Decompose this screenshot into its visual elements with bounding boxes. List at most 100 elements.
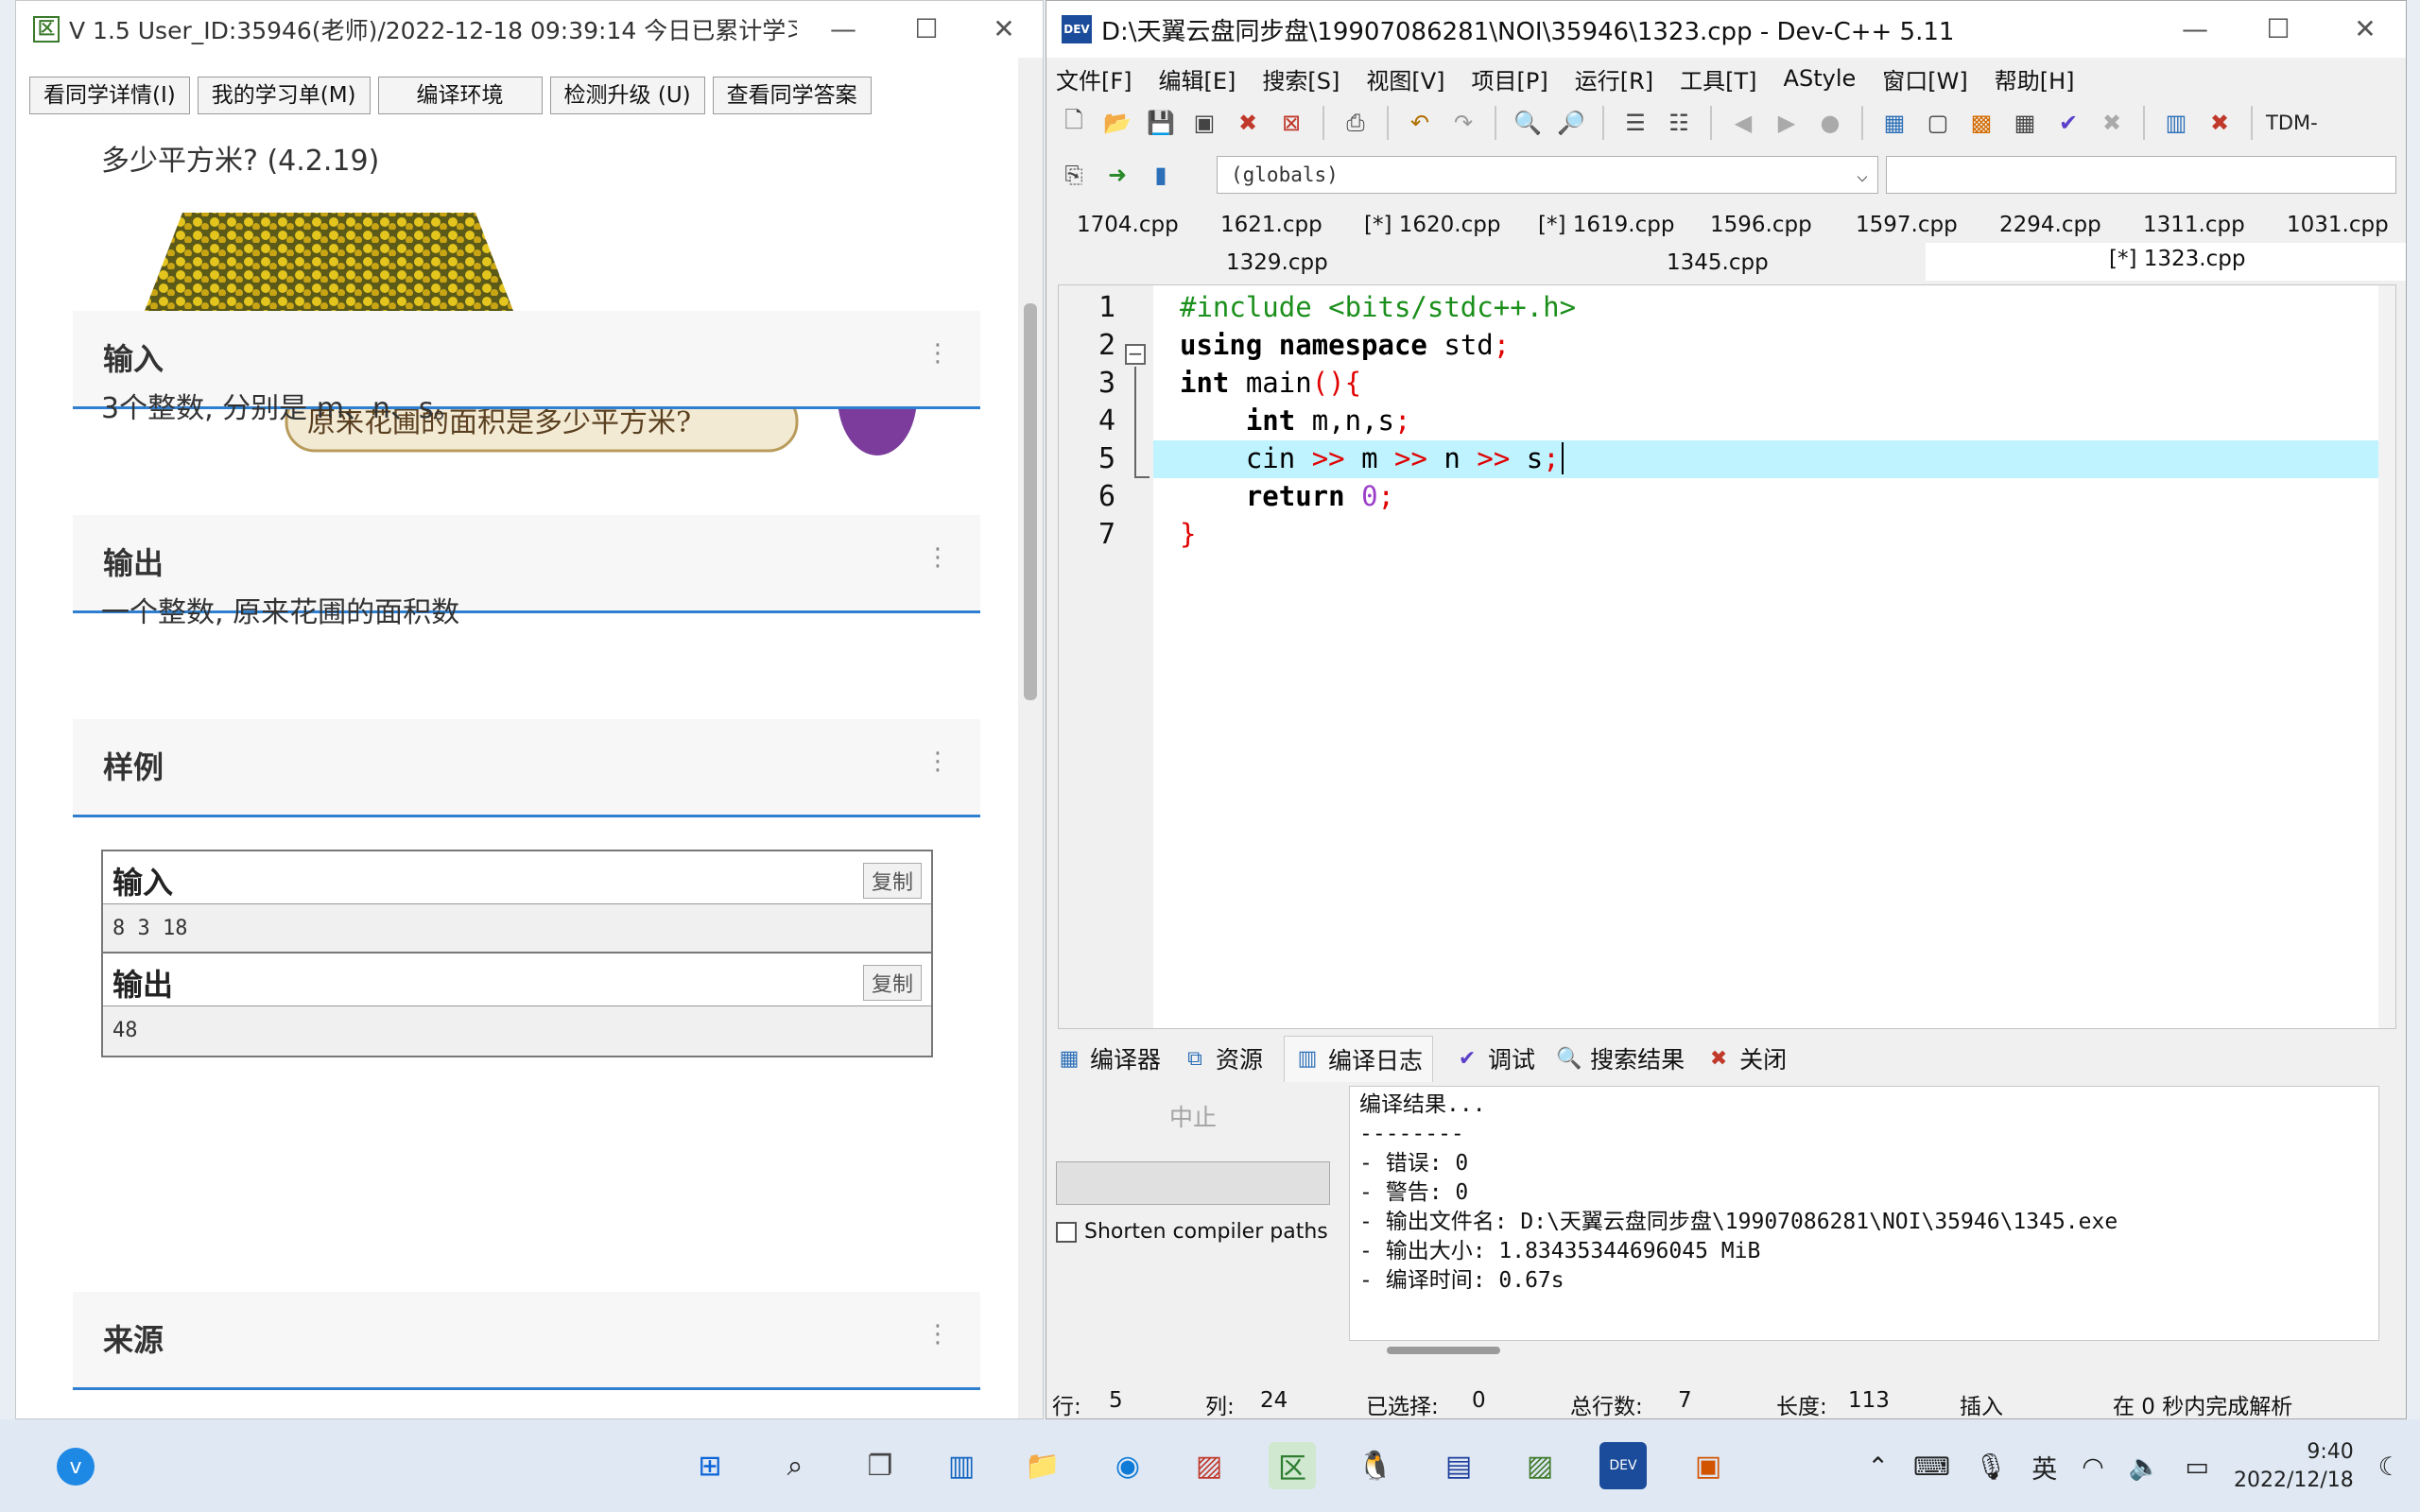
- menu-file[interactable]: 文件[F]: [1056, 62, 1132, 95]
- tab-file[interactable]: 1621.cpp: [1220, 213, 1322, 237]
- app-green-icon[interactable]: ▨: [1516, 1442, 1564, 1489]
- forward-icon[interactable]: ▶: [1769, 105, 1805, 141]
- tab-active-file[interactable]: [*] 1323.cpp: [2109, 247, 2245, 271]
- syntax-check-icon[interactable]: ✔: [2050, 105, 2086, 141]
- battery-icon[interactable]: ▭: [2185, 1452, 2209, 1482]
- print-icon[interactable]: ⎙: [1338, 105, 1374, 141]
- copy-input-button[interactable]: 复制: [862, 863, 922, 899]
- tab-debug[interactable]: ✔ 调试: [1454, 1041, 1535, 1075]
- goto-icon[interactable]: ➜: [1099, 157, 1135, 193]
- code-editor[interactable]: 1 2 3 4 5 6 7 − #include <bits/stdc++.h>…: [1058, 284, 2396, 1029]
- compiler-select[interactable]: TDM-: [2266, 112, 2318, 134]
- clock[interactable]: 9:40 2022/12/18: [2234, 1438, 2354, 1495]
- menu-project[interactable]: 项目[P]: [1472, 62, 1548, 95]
- run-icon[interactable]: ▢: [1920, 105, 1956, 141]
- redo-icon[interactable]: ↷: [1445, 105, 1481, 141]
- delete-profile-icon[interactable]: ✖: [2202, 105, 2238, 141]
- stop-icon[interactable]: ●: [1812, 105, 1848, 141]
- microphone-icon[interactable]: 🎙: [1975, 1452, 2007, 1482]
- check-upgrade-button[interactable]: 检测升级 (U): [549, 77, 705, 114]
- tab-file[interactable]: 1345.cpp: [1667, 250, 1769, 275]
- unindent-icon[interactable]: ☷: [1661, 105, 1697, 141]
- save-icon[interactable]: 💾: [1143, 105, 1179, 141]
- more-icon[interactable]: ⋮: [925, 339, 950, 368]
- keyboard-icon[interactable]: ⌨: [1913, 1452, 1950, 1482]
- copy-output-button[interactable]: 复制: [862, 965, 922, 1001]
- tab-search-results[interactable]: 🔍 搜索结果: [1556, 1041, 1685, 1075]
- classmate-answers-button[interactable]: 查看同学答案: [712, 77, 872, 114]
- more-icon[interactable]: ⋮: [925, 747, 950, 776]
- learning-app-taskbar-icon[interactable]: 区: [1269, 1442, 1316, 1489]
- close-button[interactable]: ✕: [2323, 1, 2406, 58]
- scope-dropdown[interactable]: (globals) ⌵: [1217, 156, 1878, 194]
- open-file-icon[interactable]: 📂: [1099, 105, 1135, 141]
- undo-icon[interactable]: ↶: [1402, 105, 1438, 141]
- edge-browser-icon[interactable]: ◉: [1104, 1442, 1151, 1489]
- devcpp-taskbar-icon[interactable]: DEV: [1599, 1442, 1647, 1489]
- checkbox-box[interactable]: [1056, 1221, 1077, 1243]
- profile-icon[interactable]: ▥: [2158, 105, 2194, 141]
- wifi-icon[interactable]: ◠: [2082, 1452, 2104, 1482]
- left-scrollbar[interactable]: [1018, 58, 1043, 1418]
- menu-astyle[interactable]: AStyle: [1784, 65, 1857, 92]
- more-icon[interactable]: ⋮: [925, 1320, 950, 1349]
- tab-compile-log[interactable]: ▥ 编译日志: [1284, 1035, 1434, 1082]
- widgets-icon[interactable]: ▥: [938, 1442, 985, 1489]
- ime-indicator[interactable]: 英: [2031, 1449, 2057, 1486]
- indent-icon[interactable]: ☰: [1617, 105, 1653, 141]
- app-red-icon[interactable]: ▨: [1185, 1442, 1233, 1489]
- new-file-icon[interactable]: 🗋: [1056, 105, 1092, 141]
- tab-compiler[interactable]: ▦ 编译器: [1056, 1041, 1161, 1075]
- save-all-icon[interactable]: ▣: [1186, 105, 1222, 141]
- replace-icon[interactable]: 🔎: [1553, 105, 1589, 141]
- bookmark-icon[interactable]: ▮: [1143, 157, 1179, 193]
- qq-icon[interactable]: 🐧: [1352, 1442, 1399, 1489]
- insert-icon[interactable]: ⎘: [1056, 157, 1092, 193]
- chevron-up-icon[interactable]: ⌃: [1867, 1452, 1889, 1482]
- maximize-button[interactable]: ☐: [2236, 1, 2321, 58]
- menu-window[interactable]: 窗口[W]: [1882, 62, 1967, 95]
- tab-file[interactable]: [*] 1620.cpp: [1364, 213, 1500, 237]
- menu-help[interactable]: 帮助[H]: [1995, 62, 2075, 95]
- menu-tools[interactable]: 工具[T]: [1680, 62, 1756, 95]
- minimize-button[interactable]: —: [2152, 1, 2238, 58]
- tab-resources[interactable]: ⧉ 资源: [1182, 1041, 1263, 1075]
- tab-file[interactable]: 1031.cpp: [2287, 213, 2389, 237]
- tab-file[interactable]: 1596.cpp: [1710, 213, 1812, 237]
- compile-run-icon[interactable]: ▩: [1963, 105, 1999, 141]
- file-explorer-icon[interactable]: 📁: [1019, 1442, 1066, 1489]
- start-icon[interactable]: ⊞: [686, 1442, 734, 1489]
- tab-file[interactable]: 1597.cpp: [1856, 213, 1958, 237]
- menu-run[interactable]: 运行[R]: [1575, 62, 1653, 95]
- back-icon[interactable]: ◀: [1725, 105, 1761, 141]
- compile-log[interactable]: 编译结果... -------- - 错误: 0 - 警告: 0 - 输出文件名…: [1349, 1086, 2379, 1341]
- minimize-button[interactable]: —: [801, 1, 886, 58]
- tab-file[interactable]: 1704.cpp: [1077, 213, 1179, 237]
- study-list-button[interactable]: 我的学习单(M): [197, 77, 371, 114]
- search-icon[interactable]: ⌕: [771, 1442, 819, 1489]
- tab-file[interactable]: 1311.cpp: [2143, 213, 2245, 237]
- close-file-icon[interactable]: ✖: [1230, 105, 1266, 141]
- maximize-button[interactable]: ☐: [884, 1, 969, 58]
- compile-icon[interactable]: ▦: [1876, 105, 1912, 141]
- shorten-paths-checkbox[interactable]: Shorten compiler paths: [1056, 1220, 1328, 1244]
- vpn-app-icon[interactable]: v: [57, 1448, 95, 1486]
- app-blue-icon[interactable]: ▤: [1435, 1442, 1482, 1489]
- menu-search[interactable]: 搜索[S]: [1262, 62, 1340, 95]
- editor-scrollbar[interactable]: [2378, 285, 2395, 1028]
- tab-file[interactable]: 1329.cpp: [1226, 250, 1328, 275]
- abort-button[interactable]: 中止: [1056, 1095, 1330, 1141]
- task-view-icon[interactable]: ❐: [856, 1442, 904, 1489]
- menu-view[interactable]: 视图[V]: [1366, 62, 1444, 95]
- log-scrollbar[interactable]: [1349, 1341, 2379, 1362]
- close-all-icon[interactable]: ⊠: [1273, 105, 1309, 141]
- close-button[interactable]: ✕: [961, 1, 1043, 58]
- tab-file[interactable]: [*] 1619.cpp: [1538, 213, 1674, 237]
- compile-env-button[interactable]: 编译环境: [377, 77, 543, 114]
- tab-close[interactable]: ✖ 关闭: [1705, 1041, 1787, 1075]
- app-orange-icon[interactable]: ▣: [1685, 1442, 1732, 1489]
- abort-compile-icon[interactable]: ✖: [2094, 105, 2130, 141]
- notifications-icon[interactable]: ☾: [2378, 1452, 2401, 1482]
- tab-file[interactable]: 2294.cpp: [1999, 213, 2101, 237]
- rebuild-icon[interactable]: ▦: [2007, 105, 2043, 141]
